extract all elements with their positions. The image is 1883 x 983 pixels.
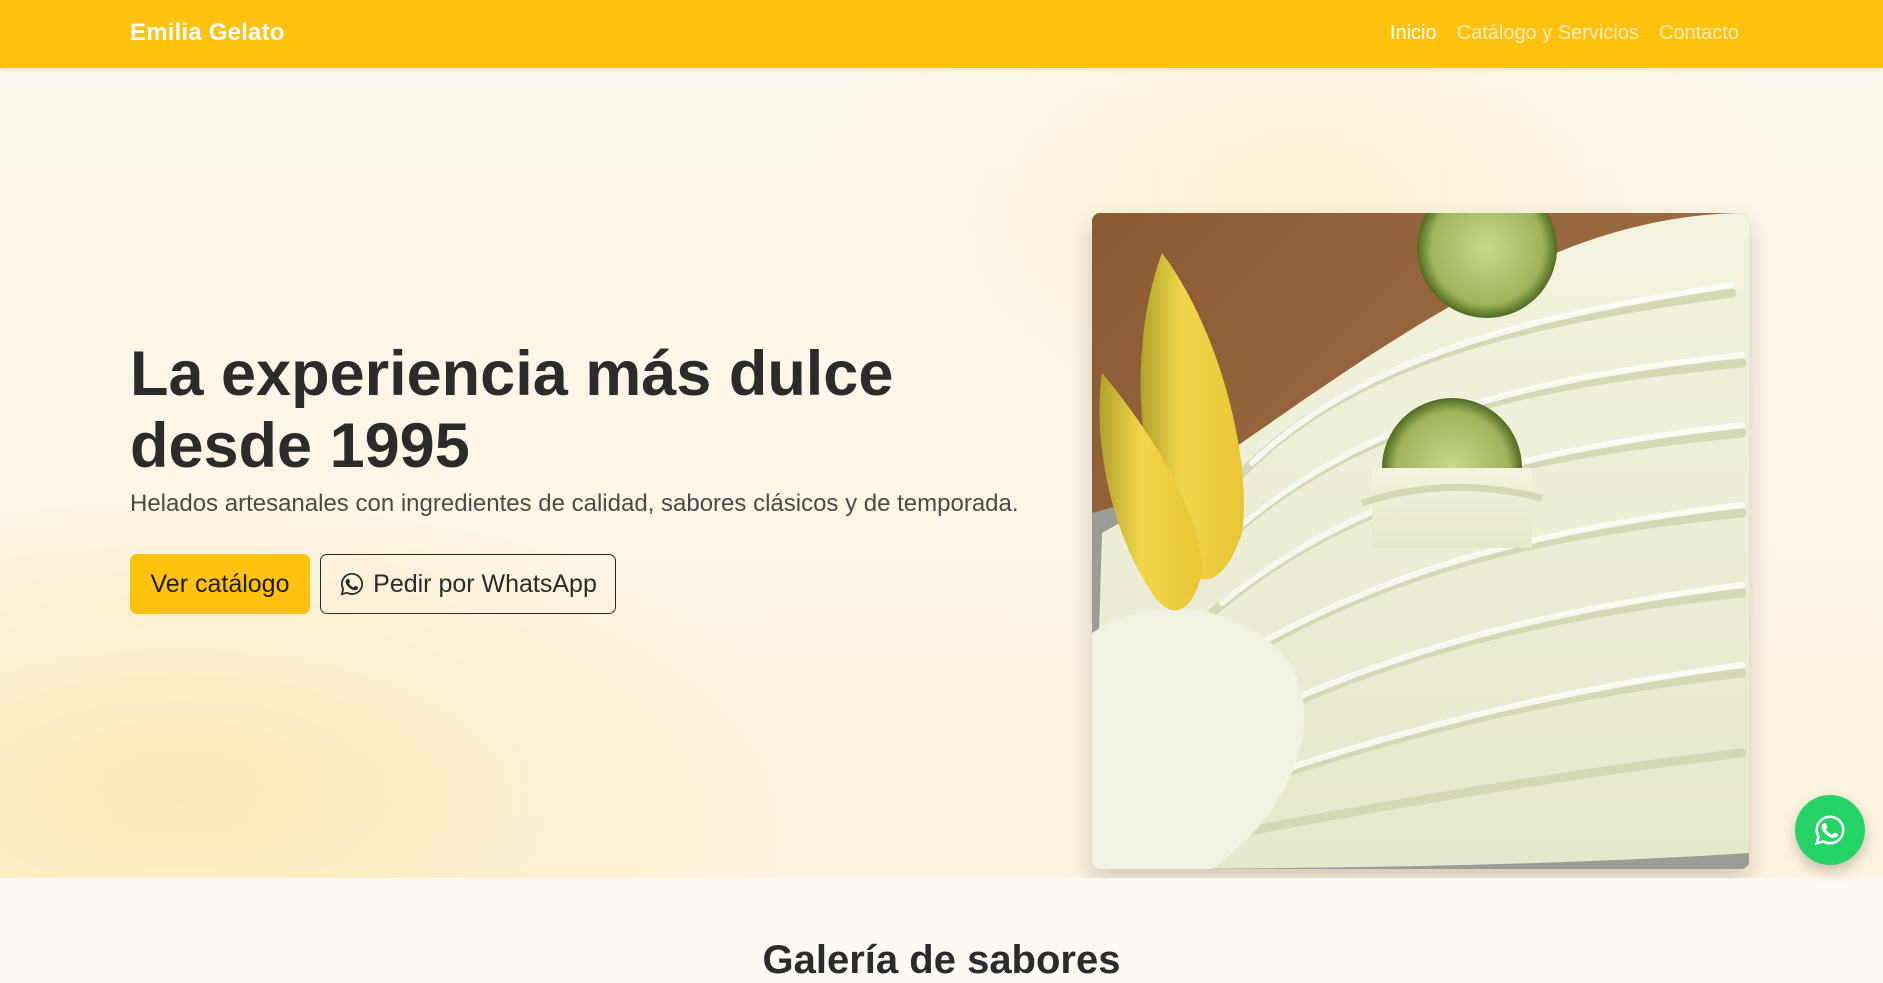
gelato-photo xyxy=(1092,213,1749,869)
whatsapp-icon xyxy=(1814,815,1845,846)
gallery-section: Galería de sabores xyxy=(0,878,1883,983)
brand-logo-text[interactable]: Emilia Gelato xyxy=(130,19,285,47)
nav-link-catalogo[interactable]: Catálogo y Servicios xyxy=(1457,22,1639,45)
gallery-title: Galería de sabores xyxy=(762,938,1121,982)
hero-title: La experiencia más dulce desde 1995 xyxy=(130,339,894,481)
view-catalog-button[interactable]: Ver catálogo xyxy=(130,554,310,614)
whatsapp-icon xyxy=(340,572,364,596)
nav-links: Inicio Catálogo y Servicios Contacto xyxy=(1390,22,1739,45)
nav-link-contacto[interactable]: Contacto xyxy=(1659,22,1739,45)
floating-whatsapp-button[interactable] xyxy=(1795,795,1865,865)
hero-gelato-image xyxy=(1092,213,1749,869)
whatsapp-order-label: Pedir por WhatsApp xyxy=(373,569,597,598)
whatsapp-order-button[interactable]: Pedir por WhatsApp xyxy=(320,554,616,614)
view-catalog-label: Ver catálogo xyxy=(150,569,290,598)
hero-subtitle: Helados artesanales con ingredientes de … xyxy=(130,490,1019,517)
top-navbar: Emilia Gelato Inicio Catálogo y Servicio… xyxy=(0,0,1883,68)
nav-link-inicio[interactable]: Inicio xyxy=(1390,22,1437,45)
hero-section: La experiencia más dulce desde 1995 Hela… xyxy=(0,68,1883,878)
